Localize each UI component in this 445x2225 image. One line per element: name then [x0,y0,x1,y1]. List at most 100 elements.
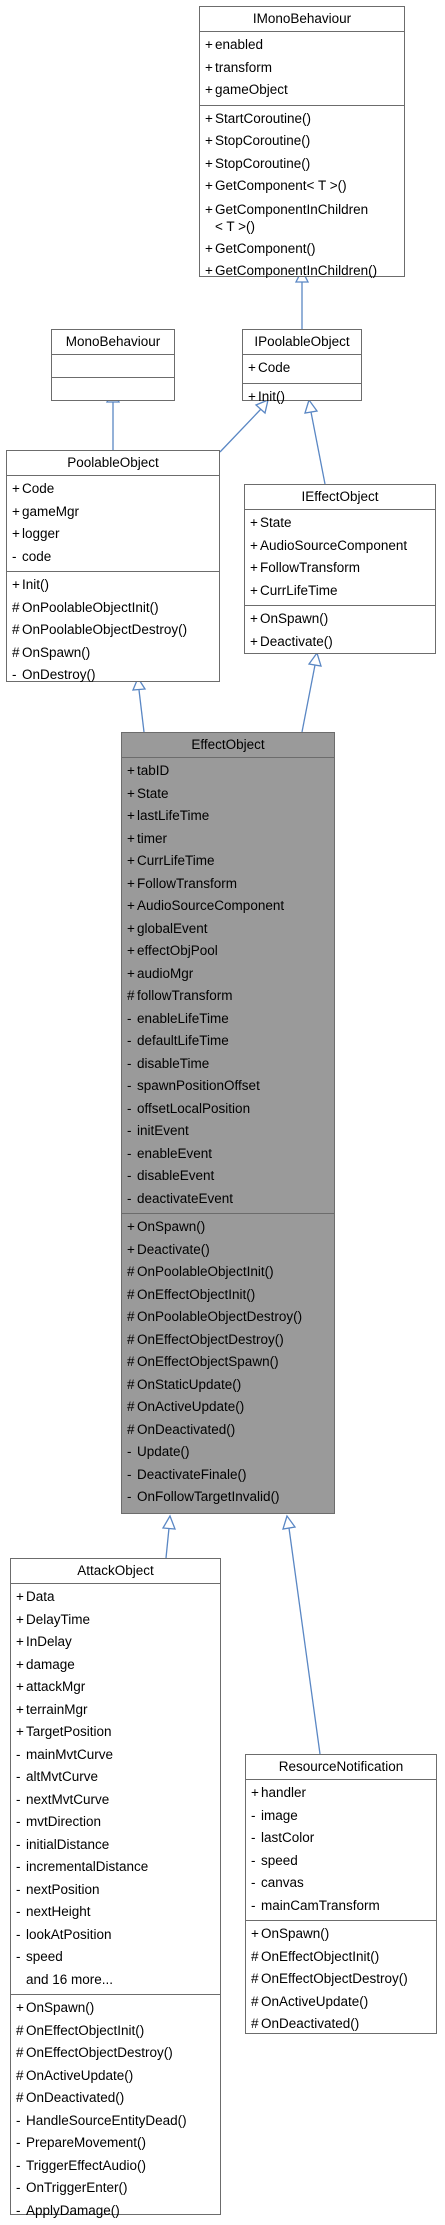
method-row[interactable]: + OnSpawn() [245,608,435,631]
attribute-row[interactable]: + damage [11,1654,220,1677]
attribute-row[interactable]: + CurrLifeTime [245,580,435,603]
method-row[interactable]: + GetComponentInChildren() [200,260,404,283]
attribute-row[interactable]: and 16 more... [11,1969,220,1992]
method-row[interactable]: + Init() [7,574,219,597]
attribute-row[interactable]: - nextMvtCurve [11,1789,220,1812]
method-row[interactable]: # OnStaticUpdate() [122,1374,334,1397]
attribute-row[interactable]: + tabID [122,760,334,783]
method-row[interactable]: - PrepareMovement() [11,2132,220,2155]
attribute-row[interactable]: - incrementalDistance [11,1856,220,1879]
attribute-row[interactable]: + terrainMgr [11,1699,220,1722]
attribute-row[interactable]: - deactivateEvent [122,1188,334,1211]
attribute-row[interactable]: - nextPosition [11,1879,220,1902]
attribute-row[interactable]: + lastLifeTime [122,805,334,828]
attribute-row[interactable]: + FollowTransform [245,557,435,580]
method-row[interactable]: # OnEffectObjectDestroy() [11,2042,220,2065]
method-row[interactable]: + GetComponentInChildren < T >() [200,198,404,238]
attribute-row[interactable]: - speed [246,1850,436,1873]
method-row[interactable]: - ApplyDamage() [11,2200,220,2223]
method-row[interactable]: + OnSpawn() [11,1997,220,2020]
method-row[interactable]: + Deactivate() [122,1239,334,1262]
attribute-row[interactable]: - canvas [246,1872,436,1895]
attribute-row[interactable]: + enabled [200,34,404,57]
method-row[interactable]: # OnDeactivated() [246,2013,436,2036]
attribute-row[interactable]: - speed [11,1946,220,1969]
method-row[interactable]: # OnEffectObjectInit() [122,1284,334,1307]
attribute-row[interactable]: + Code [7,478,219,501]
method-row[interactable]: # OnSpawn() [7,642,219,665]
attribute-row[interactable]: + handler [246,1782,436,1805]
method-row[interactable]: # OnActiveUpdate() [246,1991,436,2014]
class-box-effectobject[interactable]: EffectObject + tabID + State + lastLifeTime + ti… [121,732,335,1514]
method-row[interactable]: - OnFollowTargetInvalid() [122,1486,334,1509]
method-row[interactable]: # OnEffectObjectDestroy() [122,1329,334,1352]
attribute-row[interactable]: - altMvtCurve [11,1766,220,1789]
method-row[interactable]: + Deactivate() [245,631,435,654]
method-row[interactable]: # OnEffectObjectSpawn() [122,1351,334,1374]
method-row[interactable]: - OnTriggerEnter() [11,2177,220,2200]
attribute-row[interactable]: + transform [200,57,404,80]
attribute-row[interactable]: - disableTime [122,1053,334,1076]
method-row[interactable]: + Init() [243,386,361,409]
attribute-row[interactable]: + TargetPosition [11,1721,220,1744]
attribute-row[interactable]: + AudioSourceComponent [245,535,435,558]
method-row[interactable]: # OnEffectObjectDestroy() [246,1968,436,1991]
method-row[interactable]: # OnPoolableObjectDestroy() [122,1306,334,1329]
attribute-row[interactable]: + effectObjPool [122,940,334,963]
method-row[interactable]: + GetComponent< T >() [200,175,404,198]
method-row[interactable]: # OnPoolableObjectInit() [122,1261,334,1284]
attribute-row[interactable]: - offsetLocalPosition [122,1098,334,1121]
attribute-row[interactable]: - defaultLifeTime [122,1030,334,1053]
class-box-imonobehaviour[interactable]: IMonoBehaviour + enabled + transform + gameObj… [199,6,405,278]
attribute-row[interactable]: + InDelay [11,1631,220,1654]
attribute-row[interactable]: - image [246,1805,436,1828]
method-row[interactable]: + OnSpawn() [122,1216,334,1239]
attribute-row[interactable]: + Data [11,1586,220,1609]
method-row[interactable]: + OnSpawn() [246,1923,436,1946]
class-box-monobehaviour[interactable]: MonoBehaviour [51,329,175,401]
attribute-row[interactable]: + AudioSourceComponent [122,895,334,918]
method-row[interactable]: # OnPoolableObjectInit() [7,597,219,620]
method-row[interactable]: # OnActiveUpdate() [122,1396,334,1419]
attribute-row[interactable]: - lastColor [246,1827,436,1850]
attribute-row[interactable]: + State [245,512,435,535]
attribute-row[interactable]: + logger [7,523,219,546]
method-row[interactable]: - OnDestroy() [7,664,219,687]
attribute-row[interactable]: + timer [122,828,334,851]
attribute-row[interactable]: - enableEvent [122,1143,334,1166]
attribute-row[interactable]: + State [122,783,334,806]
attribute-row[interactable]: + attackMgr [11,1676,220,1699]
attribute-row[interactable]: - initialDistance [11,1834,220,1857]
class-box-attackobject[interactable]: AttackObject + Data + DelayTime + InDelay + dama… [10,1558,221,2218]
attribute-row[interactable]: + globalEvent [122,918,334,941]
attribute-row[interactable]: - nextHeight [11,1901,220,1924]
method-row[interactable]: # OnDeactivated() [11,2087,220,2110]
attribute-row[interactable]: - initEvent [122,1120,334,1143]
attribute-row[interactable]: + DelayTime [11,1609,220,1632]
attribute-row[interactable]: - enableLifeTime [122,1008,334,1031]
method-row[interactable]: - Update() [122,1441,334,1464]
attribute-row[interactable]: - mvtDirection [11,1811,220,1834]
attribute-row[interactable]: - disableEvent [122,1165,334,1188]
attribute-row[interactable]: - spawnPositionOffset [122,1075,334,1098]
method-row[interactable]: + StopCoroutine() [200,130,404,153]
method-row[interactable]: + StartCoroutine() [200,108,404,131]
method-row[interactable]: - DeactivateFinale() [122,1464,334,1487]
class-box-resourcenotification[interactable]: ResourceNotification + handler - image - lastC… [245,1754,437,2034]
method-row[interactable]: - HandleSourceEntityDead() [11,2110,220,2133]
attribute-row[interactable]: - mainMvtCurve [11,1744,220,1767]
attribute-row[interactable]: + Code [243,357,361,380]
attribute-row[interactable]: + gameObject [200,79,404,102]
method-row[interactable]: # OnEffectObjectInit() [246,1946,436,1969]
method-row[interactable]: + StopCoroutine() [200,153,404,176]
method-row[interactable]: # OnPoolableObjectDestroy() [7,619,219,642]
attribute-row[interactable]: - code [7,546,219,569]
class-box-ieffectobject[interactable]: IEffectObject + State + AudioSourceComponent… [244,484,436,654]
method-row[interactable]: + GetComponent() [200,238,404,261]
attribute-row[interactable]: + CurrLifeTime [122,850,334,873]
attribute-row[interactable]: - mainCamTransform [246,1895,436,1918]
attribute-row[interactable]: # followTransform [122,985,334,1008]
method-row[interactable]: # OnActiveUpdate() [11,2065,220,2088]
attribute-row[interactable]: + gameMgr [7,501,219,524]
attribute-row[interactable]: + FollowTransform [122,873,334,896]
